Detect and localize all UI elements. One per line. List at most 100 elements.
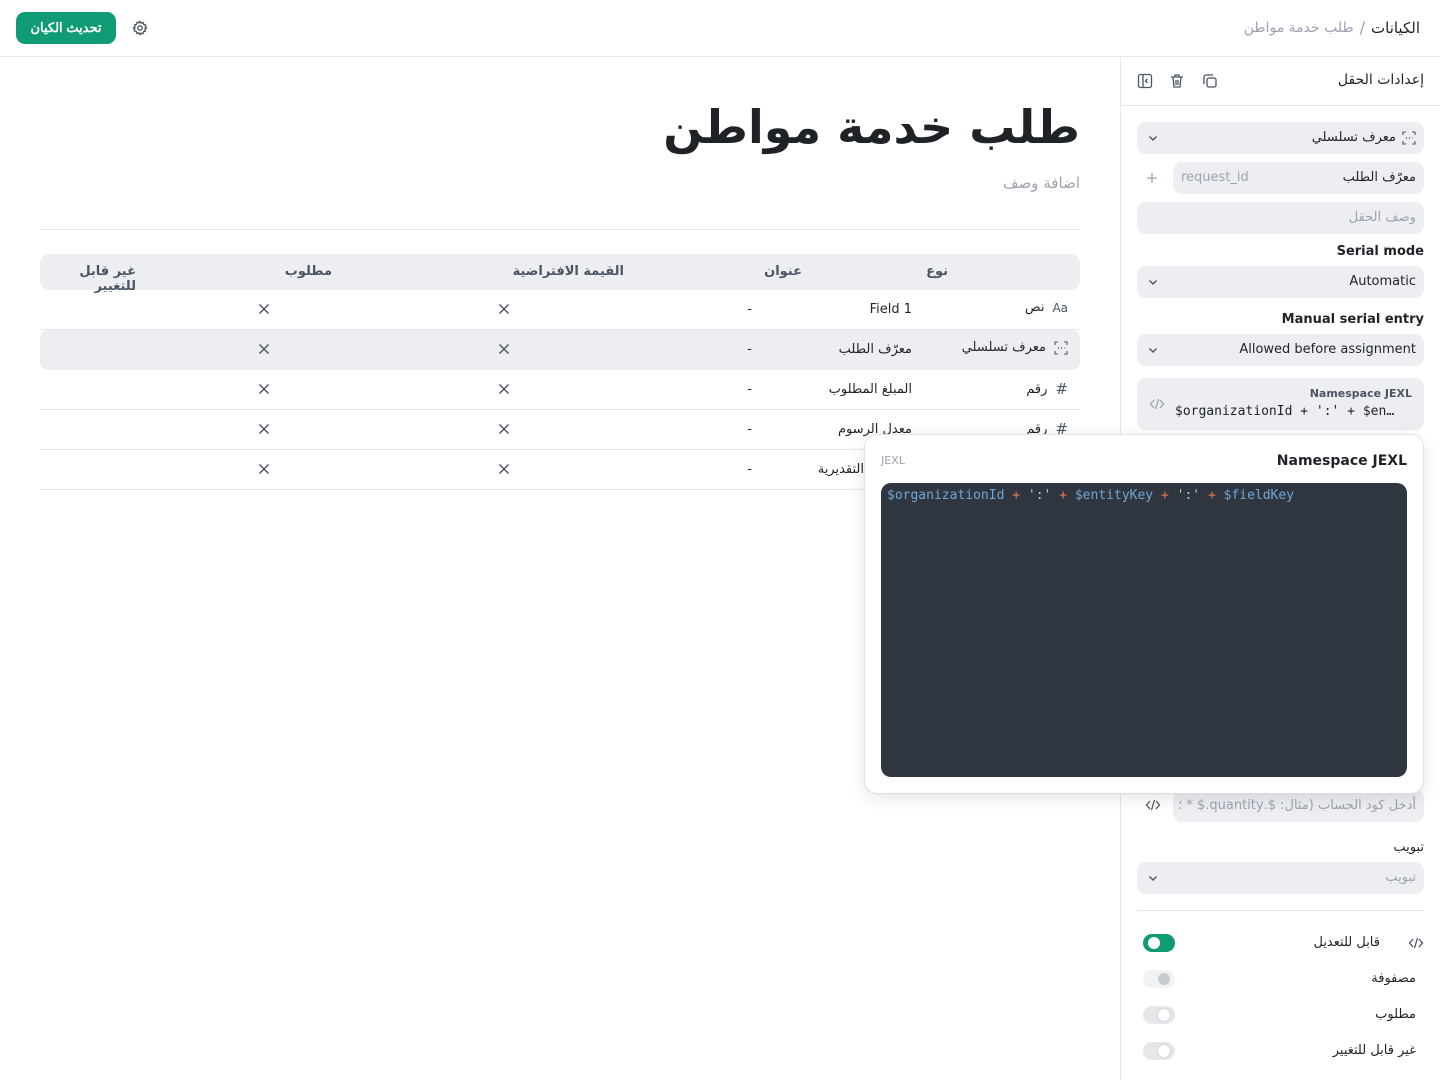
namespace-jexl-value: $organizationId + ':' + $en… [1175,404,1395,419]
table-header: نوع عنوان القيمة الافتراضية مطلوب غير قا… [40,254,1080,294]
code-token: + [1207,488,1216,503]
chevron-down-icon [1149,136,1157,141]
serial-mode-select[interactable]: Automatic [1137,266,1424,298]
delete-icon[interactable] [1168,72,1186,90]
field-type-label: معرف تسلسلي [1311,130,1396,145]
immutable-x-icon [259,464,269,474]
type-cell: Aa نص [1025,300,1068,315]
code-token: ':' [1027,488,1052,503]
field-key-input[interactable]: request_id [1181,170,1249,185]
code-token: $fieldKey [1223,488,1295,503]
code-token: $entityKey [1074,488,1154,503]
chevron-down-icon [1149,280,1157,285]
popover-title: Namespace JEXL [1276,453,1407,469]
chevron-down-icon [1149,876,1157,881]
array-toggle-label: مصفوفة [1371,971,1416,986]
code-icon[interactable] [1145,798,1161,812]
update-entity-button[interactable]: تحديث الكيان [16,12,116,44]
code-editor[interactable]: $organizationId + ':' + $entityKey + ':'… [881,483,1407,777]
field-description-input[interactable]: وصف الحقل [1137,202,1424,234]
default-cell: - [747,462,752,477]
collapse-panel-icon[interactable] [1136,72,1154,90]
type-label: معرف تسلسلي [961,340,1046,355]
manual-entry-label: Manual serial entry [1281,312,1424,327]
table-row[interactable]: # رقم المبلغ المطلوب - [40,370,1080,410]
code-icon [1149,398,1165,410]
immutable-toggle[interactable] [1143,1042,1175,1060]
required-x-icon [499,464,509,474]
type-label: نص [1024,300,1045,315]
code-token: ':' [1176,488,1201,503]
plus-icon[interactable] [1145,171,1159,185]
title-cell: التقديرية [817,462,864,477]
serial-mode-label: Serial mode [1336,244,1424,259]
code-icon[interactable] [1408,936,1424,950]
table-row[interactable]: Aa نص Field 1 - [40,290,1080,330]
namespace-jexl-field[interactable]: Namespace JEXL $organizationId + ':' + $… [1137,378,1424,430]
code-token: + [1059,488,1068,503]
hash-icon: # [1055,380,1068,398]
default-cell: - [747,342,752,357]
tab-label: تبويب [1393,840,1424,855]
duplicate-icon[interactable] [1201,72,1219,90]
namespace-jexl-label: Namespace JEXL [1309,387,1412,400]
required-toggle[interactable] [1143,1006,1175,1024]
text-type-icon: Aa [1052,300,1068,315]
code-token: $organizationId [887,488,1005,503]
immutable-x-icon [259,384,269,394]
header-type: نوع [926,264,948,279]
serial-id-icon [1402,130,1416,145]
default-cell: - [747,422,752,437]
field-label-input[interactable]: معرّف الطلب request_id [1173,162,1424,194]
field-type-value: معرف تسلسلي [1312,130,1416,145]
type-label: رقم [1026,381,1048,397]
formula-input[interactable]: أدخل كود الحساب (مثال: $.quantity.$ * ؛ [1173,790,1424,822]
required-x-icon [499,424,509,434]
formula-placeholder: أدخل كود الحساب (مثال: $.quantity.$ * ؛ [1178,798,1416,813]
table-row-selected[interactable]: معرف تسلسلي معرّف الطلب - [40,330,1080,370]
type-cell: معرف تسلسلي [962,340,1068,355]
header-required: مطلوب [284,264,332,279]
title-cell: معرّف الطلب [838,342,912,357]
tab-select[interactable]: تبويب [1137,862,1424,894]
immutable-x-icon [259,344,269,354]
default-cell: - [747,302,752,317]
required-x-icon [499,304,509,314]
page-title[interactable]: طلب خدمة مواطن [663,100,1080,154]
panel-header: إعدادات الحقل [1121,57,1440,106]
panel-title: إعدادات الحقل [1337,72,1424,88]
serial-id-icon [1054,340,1068,355]
top-bar: الكيانات / طلب خدمة مواطن تحديث الكيان [0,0,1440,57]
description-input[interactable]: اضافة وصف [1003,174,1080,192]
type-cell: # رقم [1026,380,1068,398]
jexl-editor-popover: Namespace JEXL JEXL $organizationId + ':… [865,435,1423,793]
title-cell: المبلغ المطلوب [828,382,912,397]
required-x-icon [499,384,509,394]
required-toggle-label: مطلوب [1375,1007,1416,1022]
header-title: عنوان [764,264,802,279]
immutable-x-icon [259,304,269,314]
breadcrumb-current: طلب خدمة مواطن [1243,19,1354,36]
immutable-toggle-label: غير قابل للتغيير [1332,1043,1416,1058]
description-placeholder: وصف الحقل [1348,210,1416,225]
code-token: + [1160,488,1169,503]
field-label-value: معرّف الطلب [1342,170,1416,185]
default-cell: - [747,382,752,397]
manual-entry-select[interactable]: Allowed before assignment [1137,334,1424,366]
serial-mode-value: Automatic [1349,274,1416,289]
breadcrumb: الكيانات / طلب خدمة مواطن [1244,18,1420,37]
header-default: القيمة الافتراضية [512,264,624,279]
immutable-x-icon [259,424,269,434]
field-type-select[interactable]: معرف تسلسلي [1137,122,1424,154]
array-toggle[interactable] [1143,970,1175,988]
popover-language: JEXL [881,454,905,467]
breadcrumb-root[interactable]: الكيانات [1371,19,1420,37]
editable-toggle[interactable] [1143,934,1175,952]
chevron-down-icon [1149,348,1157,353]
divider [40,229,1080,230]
settings-icon[interactable] [128,16,152,40]
required-x-icon [499,344,509,354]
divider [1137,910,1424,911]
title-cell: Field 1 [869,302,912,317]
breadcrumb-separator: / [1359,18,1366,37]
